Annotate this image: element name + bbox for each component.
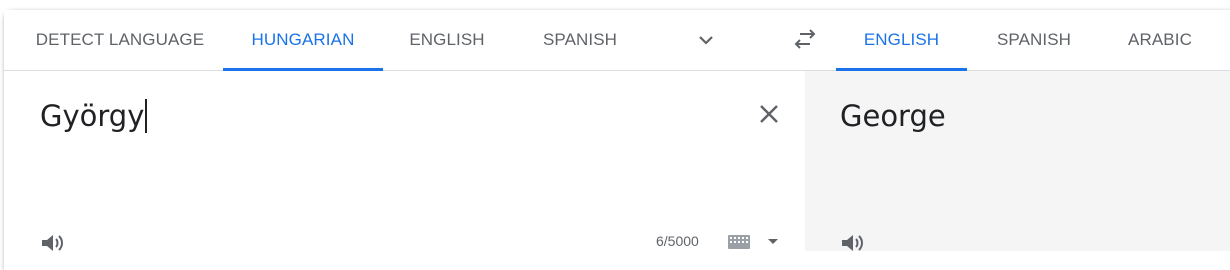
clear-source-button[interactable] (754, 99, 784, 129)
listen-source-button[interactable] (40, 233, 68, 253)
source-text: György (40, 99, 145, 133)
listen-target-button[interactable] (840, 233, 868, 253)
keyboard-icon (728, 235, 750, 249)
speaker-icon (42, 235, 63, 251)
tab-spanish-target[interactable]: SPANISH (984, 10, 1084, 70)
text-cursor (145, 99, 148, 133)
source-pane: György 6/5000 (4, 71, 805, 251)
input-tools-button[interactable] (728, 235, 750, 249)
swap-languages-button[interactable] (785, 10, 825, 70)
tab-spanish-source[interactable]: SPANISH (530, 10, 630, 70)
caret-down-icon (768, 239, 778, 244)
chevron-down-icon (699, 36, 713, 45)
more-source-languages-button[interactable] (686, 10, 726, 70)
language-bar: DETECT LANGUAGE HUNGARIAN ENGLISH SPANIS… (4, 10, 1230, 71)
target-pane: George (805, 71, 1230, 251)
tab-english-source[interactable]: ENGLISH (396, 10, 498, 70)
swap-languages-icon (794, 29, 816, 49)
tab-hungarian[interactable]: HUNGARIAN (223, 10, 383, 71)
source-text-input[interactable]: György (40, 99, 148, 133)
tab-arabic-target[interactable]: ARABIC (1114, 10, 1206, 70)
tab-english-target[interactable]: ENGLISH (836, 10, 967, 71)
tab-detect-language[interactable]: DETECT LANGUAGE (18, 10, 222, 70)
input-tools-dropdown[interactable] (766, 235, 780, 247)
character-counter: 6/5000 (656, 233, 699, 249)
translated-text: George (840, 99, 946, 133)
close-icon (760, 105, 778, 123)
speaker-icon (842, 235, 863, 251)
